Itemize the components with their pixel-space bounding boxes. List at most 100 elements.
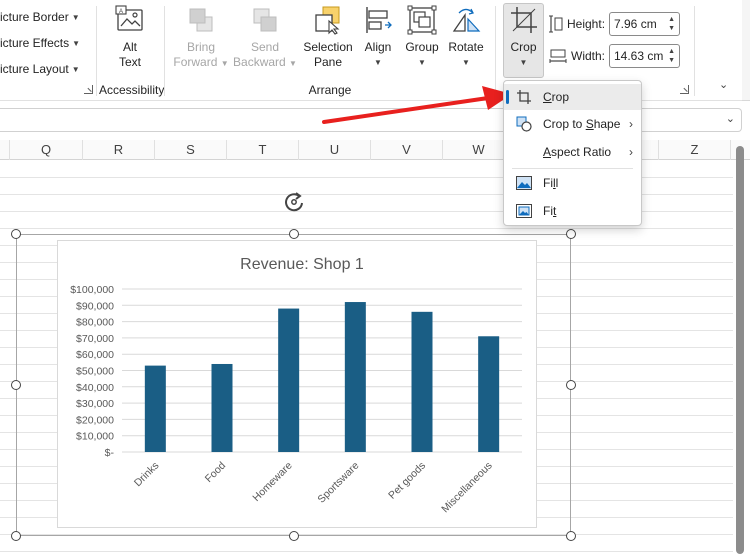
bring-forward-label-line1: Bring [186,40,215,54]
column-header-q[interactable]: Q [10,140,83,160]
resize-handle-top-right[interactable] [566,229,576,239]
chart-area[interactable]: Revenue: Shop 1 $- $10,000 $20,000 $30,000 $4… [57,240,537,528]
group-separator [495,6,496,96]
aspect-ratio-label-post: spect Ratio [551,145,612,159]
menu-item-fit-label: Fit [543,204,556,218]
x-tick-label: Drinks [132,460,162,490]
chart-title: Revenue: Shop 1 [240,256,364,273]
chevron-down-icon: ▼ [220,59,229,68]
bar-drinks [144,365,166,452]
menu-item-aspect-ratio[interactable]: Aspect Ratio › [504,139,641,165]
menu-item-crop[interactable]: Crop [504,84,641,110]
menu-item-crop-label: Crop [543,90,569,104]
svg-text:A: A [119,9,123,15]
bring-forward-label-line2: Forward ▼ [173,55,228,71]
group-label: Group [405,40,439,54]
resize-handle-bottom[interactable] [289,531,299,541]
column-header-partial [0,140,10,160]
column-header-z[interactable]: Z [659,140,731,160]
column-header-t[interactable]: T [227,140,299,160]
crop-label: Crop [510,40,537,54]
resize-handle-bottom-left[interactable] [11,531,21,541]
send-backward-label-text: Backward [233,55,286,69]
column-header-v[interactable]: V [371,140,443,160]
y-tick-label: $90,000 [76,300,114,312]
group-button[interactable]: Group ▼ [402,4,442,70]
y-tick-label: $60,000 [76,349,114,361]
resize-handle-right[interactable] [566,380,576,390]
fit-label-accelerator: t [553,204,557,218]
picture-effects-button[interactable]: icture Effects ▼ [0,33,80,53]
alt-text-button[interactable]: A Alt Text [108,4,152,70]
column-header-u[interactable]: U [299,140,371,160]
menu-separator [512,168,633,169]
width-spinner[interactable]: 14.63 cm ▲ ▼ [609,44,680,68]
chevron-down-icon: ▼ [72,38,81,48]
menu-item-aspect-ratio-label: Aspect Ratio [543,145,611,159]
alt-text-icon: A [114,4,146,36]
width-label: Width: [571,49,606,63]
crop-icon [515,89,533,105]
spinner-arrows-icon[interactable]: ▲ ▼ [668,47,675,65]
bring-forward-button[interactable]: Bring Forward ▼ [172,4,230,71]
y-tick-label: $100,000 [70,284,114,296]
rotate-icon [450,4,482,36]
vertical-scrollbar[interactable] [736,146,744,554]
crop-to-shape-icon [515,116,533,132]
send-backward-icon [249,4,281,36]
chevron-down-icon: ▼ [374,58,382,67]
chevron-down-icon: ▼ [71,12,80,22]
selection-pane-button[interactable]: Selection Pane [300,4,356,70]
picture-border-label: icture Border [0,10,69,24]
submenu-chevron-icon: › [629,117,633,131]
crop-dropdown-menu: Crop Crop to Shape › Aspect Ratio › Fill [503,80,642,226]
crop-label-accelerator: C [543,90,552,104]
rotate-handle-icon[interactable] [283,191,305,213]
y-tick-label: $20,000 [76,414,114,426]
menu-item-crop-to-shape[interactable]: Crop to Shape › [504,111,641,137]
column-header-r[interactable]: R [83,140,155,160]
height-spinner[interactable]: 7.96 cm ▲ ▼ [609,12,680,36]
height-label: Height: [567,17,606,31]
align-label: Align [364,40,392,54]
column-header-s[interactable]: S [155,140,227,160]
menu-item-fit[interactable]: Fit [504,198,641,224]
picture-styles-launcher-icon[interactable] [84,85,93,94]
picture-layout-button[interactable]: icture Layout ▼ [0,59,80,79]
resize-handle-bottom-right[interactable] [566,531,576,541]
aspect-ratio-label-accelerator: A [543,145,552,159]
resize-handle-top-left[interactable] [11,229,21,239]
y-tick-label: $80,000 [76,317,114,329]
crop-to-shape-label-post: hape [593,117,621,131]
crop-button[interactable]: Crop ▼ [503,4,544,70]
alt-text-label-line2: Text [118,55,141,69]
fit-label-pre: Fi [543,204,553,218]
picture-border-button[interactable]: icture Border ▼ [0,7,80,27]
x-tick-label: Homeware [250,460,294,504]
expand-formula-bar-icon[interactable]: ⌄ [726,112,735,125]
bar-pet-goods [411,311,433,452]
y-tick-label: $50,000 [76,366,114,378]
picture-effects-label: icture Effects [0,36,70,50]
y-tick-label: $70,000 [76,333,114,345]
spinner-arrows-icon[interactable]: ▲ ▼ [668,15,675,33]
height-row: Height: 7.96 cm ▲ ▼ [549,12,680,36]
send-backward-label-line2: Backward ▼ [233,55,297,71]
selection-pane-label-line1: Selection [303,40,353,54]
send-backward-label-line1: Send [250,40,280,54]
rotate-button[interactable]: Rotate ▼ [446,4,486,70]
send-backward-button[interactable]: Send Backward ▼ [232,4,298,71]
width-row: Width: 14.63 cm ▲ ▼ [549,44,680,68]
crop-icon [508,4,540,36]
resize-handle-top[interactable] [289,229,299,239]
align-button[interactable]: Align ▼ [358,4,398,70]
resize-handle-left[interactable] [11,380,21,390]
collapse-ribbon-icon[interactable]: ⌄ [719,78,728,91]
alt-text-label-line1: Alt [122,40,137,54]
menu-item-fill[interactable]: Fill [504,170,641,196]
picture-layout-label: icture Layout [0,62,69,76]
chevron-down-icon: ▼ [289,59,297,68]
group-icon [406,4,438,36]
height-icon [549,15,563,33]
size-launcher-icon[interactable] [680,85,689,94]
